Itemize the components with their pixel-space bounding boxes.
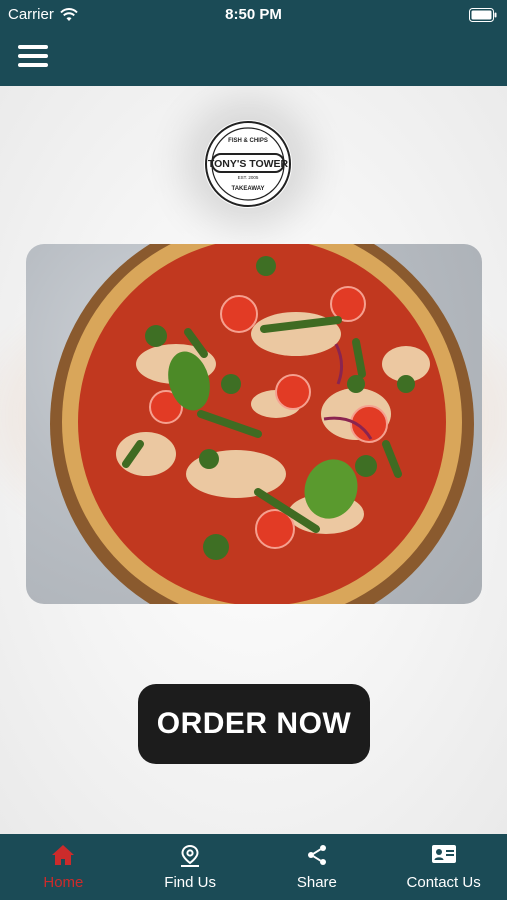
tab-find-us-label: Find Us — [164, 874, 216, 891]
logo-middle-text: EST. 2005 — [238, 175, 259, 180]
battery-icon — [469, 8, 497, 26]
tab-share-label: Share — [296, 874, 337, 891]
hamburger-menu-icon[interactable] — [18, 42, 48, 72]
clock: 8:50 PM — [225, 6, 282, 23]
share-icon — [307, 845, 326, 865]
tab-find-us[interactable]: Find Us — [127, 834, 254, 900]
main-content: FISH & CHIPS TONY'S TOWER EST. 2005 TAKE… — [0, 86, 507, 834]
home-icon — [52, 845, 75, 865]
tab-home-label: Home — [43, 874, 84, 891]
order-now-button[interactable]: ORDER NOW — [138, 684, 370, 764]
tab-contact-us-label: Contact Us — [406, 874, 481, 891]
order-now-label: ORDER NOW — [156, 707, 352, 740]
tab-contact-us[interactable]: Contact Us — [380, 834, 507, 900]
tab-home[interactable]: Home — [0, 834, 127, 900]
contact-card-icon — [431, 845, 456, 863]
location-pin-icon — [181, 844, 200, 867]
logo-bottom-text: TAKEAWAY — [231, 186, 264, 192]
app-header — [0, 30, 507, 86]
bottom-tab-bar: Home Find Us Share Contact Us — [0, 834, 507, 900]
logo-top-text: FISH & CHIPS — [228, 138, 268, 144]
restaurant-logo: FISH & CHIPS TONY'S TOWER EST. 2005 TAKE… — [204, 120, 292, 208]
pizza-photo — [26, 244, 482, 604]
tab-share[interactable]: Share — [254, 834, 381, 900]
status-bar: Carrier 8:50 PM — [0, 0, 507, 30]
logo-name-text: TONY'S TOWER — [208, 158, 289, 170]
